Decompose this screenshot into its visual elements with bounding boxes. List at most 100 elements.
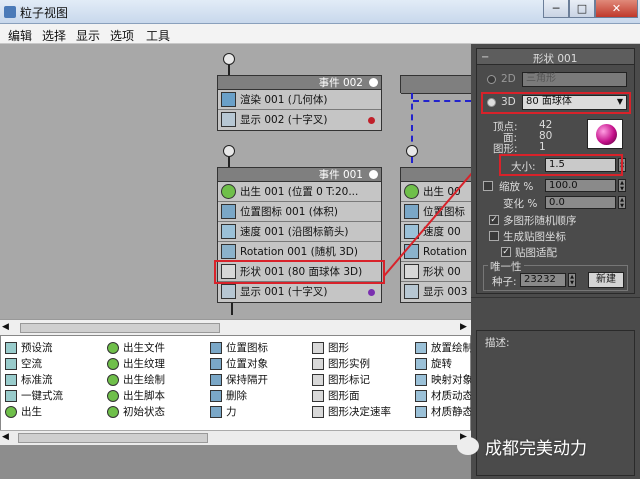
- new-seed-button[interactable]: 新建: [588, 272, 624, 288]
- scale-value: 100.0: [549, 180, 578, 191]
- depot-item[interactable]: 材质动态: [415, 388, 471, 404]
- input-port[interactable]: [223, 145, 235, 157]
- label-2d: 2D: [501, 73, 516, 85]
- shape-2d-dropdown[interactable]: 三角形: [522, 72, 627, 87]
- depot-item[interactable]: 出生文件: [107, 340, 165, 356]
- bulb-icon[interactable]: [369, 78, 378, 87]
- shape-row-highlight: [214, 260, 385, 284]
- output-connector: [231, 303, 233, 315]
- scroll-right-icon[interactable]: ▶: [460, 322, 467, 332]
- event-partial-header[interactable]: [400, 75, 472, 94]
- depot-label: 标准流: [21, 374, 53, 386]
- event-001-row[interactable]: 速度 001 (沿图标箭头): [240, 226, 348, 238]
- gen-mapping-checkbox[interactable]: [489, 231, 499, 241]
- particle-view-canvas[interactable]: 事件 002 渲染 001 (几何体) 显示 002 (十字叉) 事件 001 …: [0, 44, 498, 319]
- depot-item[interactable]: 位置对象: [210, 356, 268, 372]
- radio-2d[interactable]: [487, 75, 496, 84]
- depot-item[interactable]: 旋转: [415, 356, 471, 372]
- birth-icon: [5, 406, 17, 418]
- event-002-row[interactable]: 渲染 001 (几何体): [240, 94, 327, 106]
- map-fit-checkbox[interactable]: ✓: [501, 247, 511, 257]
- multi-random-checkbox[interactable]: ✓: [489, 215, 499, 225]
- depot-item[interactable]: 预设流: [5, 340, 63, 356]
- menu-options[interactable]: 选项: [110, 27, 134, 44]
- depot-item[interactable]: 图形标记: [312, 372, 391, 388]
- depot-label: 位置图标: [226, 342, 268, 354]
- shape-icon: [312, 342, 324, 354]
- depot-item[interactable]: 一键式流: [5, 388, 63, 404]
- scroll-left-icon[interactable]: ◀: [2, 432, 9, 442]
- depot-item[interactable]: 映射对象: [415, 372, 471, 388]
- minimize-button[interactable]: ─: [543, 0, 569, 18]
- seed-input[interactable]: 23232: [520, 273, 566, 287]
- bulb-icon[interactable]: [369, 170, 378, 179]
- shapes-value: 1: [539, 141, 546, 153]
- operator-icon: [415, 342, 427, 354]
- seed-spinner[interactable]: ▲ ▼: [568, 273, 576, 287]
- birth-icon: [221, 184, 236, 199]
- depot-label: 空流: [21, 358, 42, 370]
- depot-label: 图形面: [328, 390, 360, 402]
- event-001-row[interactable]: 位置图标 001 (体积): [240, 206, 338, 218]
- variation-spinner[interactable]: ▲ ▼: [618, 196, 626, 209]
- depot-label: 保持隔开: [226, 374, 268, 386]
- menu-tools[interactable]: 工具: [146, 27, 170, 44]
- event-001-title[interactable]: 事件 001: [218, 168, 381, 182]
- depot-item[interactable]: 图形决定速率: [312, 404, 391, 420]
- depot-label: 删除: [226, 390, 247, 402]
- event-partial-row[interactable]: 显示 003: [423, 286, 467, 298]
- app-icon: [4, 6, 16, 18]
- close-button[interactable]: ✕: [595, 0, 638, 18]
- connector: [228, 157, 230, 167]
- scale-checkbox[interactable]: [483, 181, 493, 191]
- input-port[interactable]: [223, 53, 235, 65]
- scroll-thumb[interactable]: [20, 323, 220, 333]
- event-002-node[interactable]: 事件 002 渲染 001 (几何体) 显示 002 (十字叉): [217, 75, 382, 131]
- depot-item[interactable]: 出生: [5, 404, 63, 420]
- divider: [471, 297, 640, 298]
- menu-select[interactable]: 选择: [42, 27, 66, 44]
- depot-item[interactable]: 空流: [5, 356, 63, 372]
- event-001-row[interactable]: Rotation 001 (随机 3D): [240, 246, 358, 258]
- depot-item[interactable]: 位置图标: [210, 340, 268, 356]
- birth-icon: [107, 358, 119, 370]
- scale-spinner[interactable]: ▲ ▼: [618, 179, 626, 192]
- shape-2d-value: 三角形: [526, 73, 556, 84]
- depot-item[interactable]: 材质静态: [415, 404, 471, 420]
- event-001-row[interactable]: 出生 001 (位置 0 T:20...: [240, 186, 358, 198]
- event-001-row[interactable]: 显示 001 (十字叉): [240, 286, 327, 298]
- operator-icon: [415, 390, 427, 402]
- map-fit-label: 贴图适配: [515, 247, 557, 259]
- depot-item[interactable]: 删除: [210, 388, 268, 404]
- collapse-icon[interactable]: −: [481, 52, 489, 63]
- depot-item[interactable]: 保持隔开: [210, 372, 268, 388]
- depot-item[interactable]: 图形面: [312, 388, 391, 404]
- multi-random-label: 多图形随机顺序: [503, 215, 577, 227]
- wechat-icon: [457, 437, 479, 455]
- variation-input[interactable]: 0.0: [545, 196, 616, 209]
- depot-hscrollbar[interactable]: ◀ ▶: [0, 430, 471, 445]
- depot-item[interactable]: 初始状态: [107, 404, 165, 420]
- depot-label: 初始状态: [123, 406, 165, 418]
- depot-item[interactable]: 标准流: [5, 372, 63, 388]
- depot-item[interactable]: 出生纹理: [107, 356, 165, 372]
- depot-item[interactable]: 图形: [312, 340, 391, 356]
- operator-icon: [210, 358, 222, 370]
- canvas-hscrollbar[interactable]: ◀ ▶: [0, 319, 471, 335]
- maximize-button[interactable]: □: [569, 0, 595, 18]
- event-002-title[interactable]: 事件 002: [218, 76, 381, 90]
- event-002-row[interactable]: 显示 002 (十字叉): [240, 114, 327, 126]
- sphere-preview-icon: [596, 124, 617, 145]
- scale-input[interactable]: 100.0: [545, 179, 616, 192]
- depot-item[interactable]: 出生脚本: [107, 388, 165, 404]
- flow-icon: [5, 390, 17, 402]
- scroll-thumb[interactable]: [18, 433, 208, 443]
- depot-item[interactable]: 力: [210, 404, 268, 420]
- rollout-header[interactable]: − 形状 001: [477, 49, 634, 65]
- menu-edit[interactable]: 编辑: [8, 27, 32, 44]
- menu-display[interactable]: 显示: [76, 27, 100, 44]
- depot-item[interactable]: 放置绘制: [415, 340, 471, 356]
- depot-item[interactable]: 出生绘制: [107, 372, 165, 388]
- depot-item[interactable]: 图形实例: [312, 356, 391, 372]
- scroll-left-icon[interactable]: ◀: [2, 322, 9, 332]
